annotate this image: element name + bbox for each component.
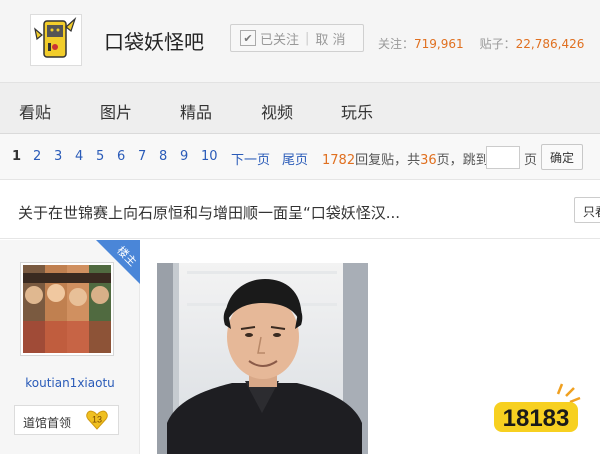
watermark-text: 18183 bbox=[503, 405, 570, 432]
next-page-link[interactable]: 下一页 bbox=[231, 149, 270, 168]
tab-posts[interactable]: 看贴 bbox=[19, 99, 51, 123]
avatar[interactable] bbox=[20, 262, 114, 356]
check-icon: ✔ bbox=[240, 30, 256, 46]
unfollow-link[interactable]: 取 消 bbox=[315, 29, 345, 48]
level-title: 道馆首领 bbox=[23, 416, 72, 430]
only-op-button[interactable]: 只看 bbox=[574, 197, 600, 223]
tab-play[interactable]: 玩乐 bbox=[341, 99, 373, 123]
page-total: 36 bbox=[420, 153, 437, 168]
tab-videos[interactable]: 视频 bbox=[261, 99, 293, 123]
forum-header: 口袋妖怪吧 ✔ 已关注 | 取 消 关注：719,961 贴子：22,786,42… bbox=[0, 0, 600, 82]
page-link-10[interactable]: 10 bbox=[201, 149, 218, 164]
tab-featured[interactable]: 精品 bbox=[180, 99, 212, 123]
post-photo[interactable] bbox=[157, 263, 368, 454]
pagination: 1 2 3 4 5 6 7 8 9 10 下一页 尾页 1782回复贴，共36页… bbox=[0, 134, 600, 180]
follow-status-label: 已关注 bbox=[260, 32, 300, 48]
follow-count-label: 关注： bbox=[378, 37, 415, 51]
user-level-box[interactable]: 道馆首领 13 bbox=[14, 405, 119, 435]
page-link-4[interactable]: 4 bbox=[75, 149, 83, 164]
page-link-9[interactable]: 9 bbox=[180, 149, 188, 164]
page-jump-input[interactable] bbox=[486, 146, 520, 169]
page-link-6[interactable]: 6 bbox=[117, 149, 125, 164]
jump-text: 页，跳到 bbox=[436, 153, 489, 168]
page-link-1: 1 bbox=[12, 149, 22, 164]
thread-title: 关于在世锦赛上向石原恒和与增田顺一面呈“口袋妖怪汉... bbox=[18, 204, 401, 222]
thread-title-bar: 关于在世锦赛上向石原恒和与增田顺一面呈“口袋妖怪汉... 只看 bbox=[0, 181, 600, 239]
page-link-7[interactable]: 7 bbox=[138, 149, 146, 164]
page-unit: 页 bbox=[524, 153, 538, 168]
heart-level-icon: 13 bbox=[86, 410, 108, 430]
page-link-5[interactable]: 5 bbox=[96, 149, 104, 164]
site-watermark-logo: 18183 bbox=[488, 380, 588, 440]
last-page-link[interactable]: 尾页 bbox=[282, 149, 308, 168]
post-count: 22,786,426 bbox=[515, 37, 585, 51]
page-link-8[interactable]: 8 bbox=[159, 149, 167, 164]
forum-name[interactable]: 口袋妖怪吧 bbox=[104, 26, 204, 55]
username-link[interactable]: koutian1xiaotu bbox=[0, 376, 140, 390]
page-link-3[interactable]: 3 bbox=[54, 149, 62, 164]
page-link-2[interactable]: 2 bbox=[33, 149, 41, 164]
follow-button[interactable]: ✔ 已关注 | 取 消 bbox=[230, 24, 364, 52]
forum-nav: 看贴 图片 精品 视频 玩乐 bbox=[0, 82, 600, 134]
reply-text: 回复贴，共 bbox=[355, 153, 421, 168]
jump-confirm-button[interactable]: 确定 bbox=[541, 144, 583, 170]
forum-logo-icon[interactable] bbox=[30, 14, 82, 66]
level-number: 13 bbox=[92, 415, 102, 425]
follow-count: 719,961 bbox=[414, 37, 464, 51]
post-count-label: 贴子： bbox=[479, 37, 516, 51]
reply-count: 1782 bbox=[322, 153, 356, 168]
pager-info: 1782回复贴，共36页，跳到 bbox=[322, 149, 489, 168]
forum-stats: 关注：719,961 贴子：22,786,426 bbox=[378, 35, 584, 52]
tab-images[interactable]: 图片 bbox=[100, 99, 132, 123]
